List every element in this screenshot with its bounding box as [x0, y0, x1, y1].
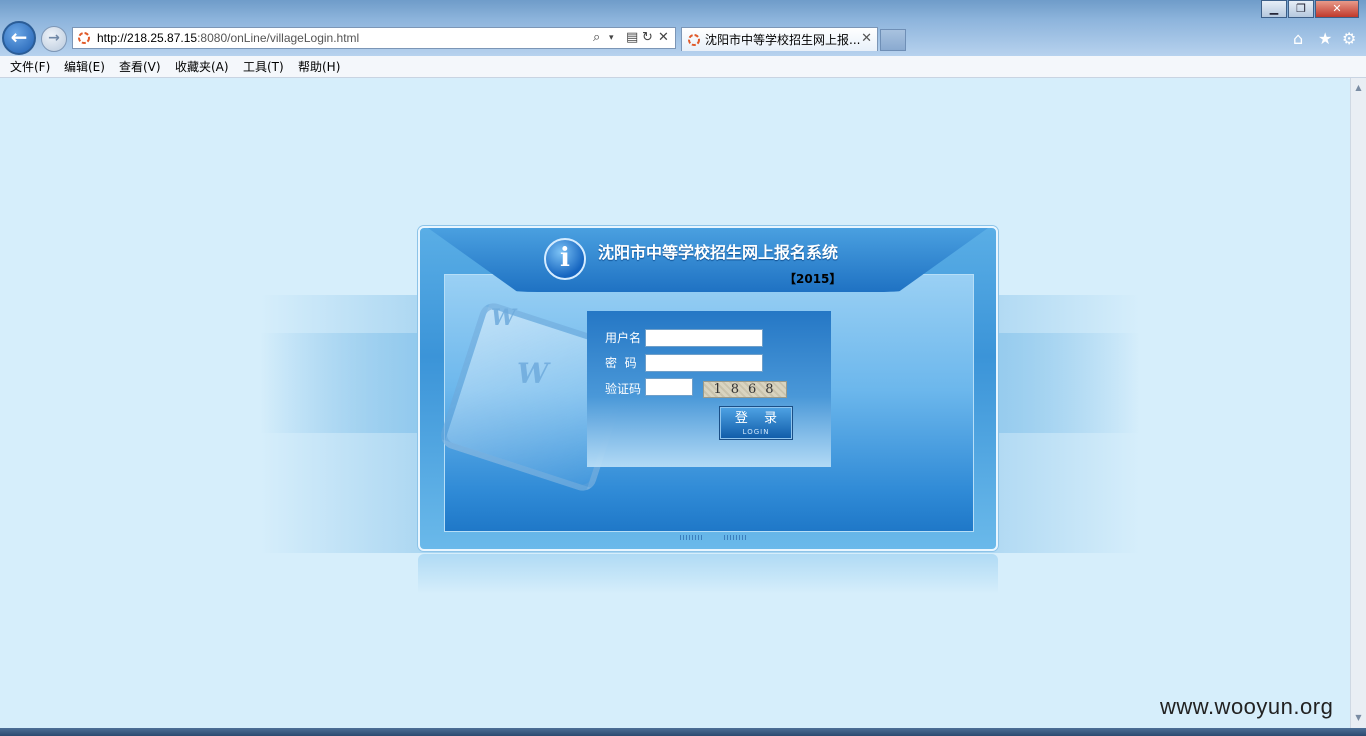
address-bar[interactable]: http://218.25.87.15:8080/onLine/villageL… — [72, 27, 676, 49]
password-label: 密 码 — [605, 356, 637, 370]
login-panel-inner: W W 用户名 密 码 验证码 1868 登 录 LOGIN — [437, 274, 974, 532]
close-icon[interactable]: ✕ — [1315, 0, 1359, 18]
tab-close-icon[interactable]: ✕ — [861, 31, 872, 46]
vertical-scrollbar[interactable]: ▲ ▼ — [1350, 78, 1366, 728]
stop-icon[interactable]: ✕ — [658, 29, 669, 47]
tab-active[interactable]: 沈阳市中等学校招生网上报... ✕ — [681, 27, 878, 51]
back-button[interactable]: ← — [2, 21, 36, 55]
system-title: 沈阳市中等学校招生网上报名系统 — [598, 243, 839, 262]
forward-button[interactable]: → — [41, 26, 67, 52]
new-tab-button[interactable] — [880, 29, 906, 51]
compatibility-view-icon[interactable]: ▤ — [626, 29, 638, 47]
watermark: www.wooyun.org — [1160, 694, 1334, 719]
gear-icon[interactable]: ⚙ — [1342, 30, 1356, 48]
login-button-label: 登 录 — [734, 411, 784, 426]
arrow-right-icon: → — [48, 30, 60, 46]
decorative-w-letter: W — [491, 305, 516, 331]
login-panel: W W 用户名 密 码 验证码 1868 登 录 LOGIN i 沈阳市中等学校… — [418, 226, 998, 551]
refresh-icon[interactable]: ↻ — [642, 29, 653, 47]
captcha-image[interactable]: 1868 — [703, 381, 787, 398]
panel-grip-right — [724, 535, 746, 540]
captcha-label: 验证码 — [605, 382, 642, 396]
panel-reflection — [418, 554, 998, 594]
dropdown-icon[interactable]: ▾ — [609, 29, 614, 47]
browser-titlebar: ▁ ❐ ✕ ← → http://218.25.87.15:8080/onLin… — [0, 0, 1366, 56]
panel-grip-left — [680, 535, 702, 540]
menu-tools[interactable]: 工具(T) — [243, 59, 284, 75]
username-input[interactable] — [645, 329, 763, 347]
password-input[interactable] — [645, 354, 763, 372]
username-label: 用户名 — [605, 331, 642, 345]
menu-view[interactable]: 查看(V) — [119, 59, 161, 75]
login-form: 用户名 密 码 验证码 1868 登 录 LOGIN — [587, 311, 831, 467]
tab-loading-icon — [688, 34, 700, 46]
menu-help[interactable]: 帮助(H) — [298, 59, 340, 75]
minimize-icon[interactable]: ▁ — [1261, 0, 1287, 18]
scroll-down-icon[interactable]: ▼ — [1353, 712, 1364, 724]
menu-favorites[interactable]: 收藏夹(A) — [175, 59, 229, 75]
login-button-sublabel: LOGIN — [742, 428, 770, 436]
arrow-left-icon: ← — [10, 25, 28, 49]
decorative-w-letter-large: W — [517, 357, 549, 390]
system-year: 【2015】 — [784, 272, 842, 286]
page-viewport: W W 用户名 密 码 验证码 1868 登 录 LOGIN i 沈阳市中等学校… — [0, 78, 1350, 728]
login-button[interactable]: 登 录 LOGIN — [719, 406, 793, 440]
home-icon[interactable]: ⌂ — [1293, 30, 1303, 48]
favorites-star-icon[interactable]: ★ — [1318, 30, 1332, 48]
info-icon: i — [544, 238, 586, 280]
menu-edit[interactable]: 编辑(E) — [64, 59, 105, 75]
page-loading-icon — [78, 32, 90, 44]
captcha-input[interactable] — [645, 378, 693, 396]
url-text: http://218.25.87.15:8080/onLine/villageL… — [97, 31, 360, 45]
tab-title: 沈阳市中等学校招生网上报... — [705, 33, 861, 47]
windows-taskbar — [0, 728, 1366, 736]
menu-bar: 文件(F) 编辑(E) 查看(V) 收藏夹(A) 工具(T) 帮助(H) — [0, 56, 1366, 78]
restore-icon[interactable]: ❐ — [1288, 0, 1314, 18]
search-icon[interactable]: ⌕ — [593, 29, 600, 47]
menu-file[interactable]: 文件(F) — [10, 59, 50, 75]
scroll-up-icon[interactable]: ▲ — [1353, 82, 1364, 94]
